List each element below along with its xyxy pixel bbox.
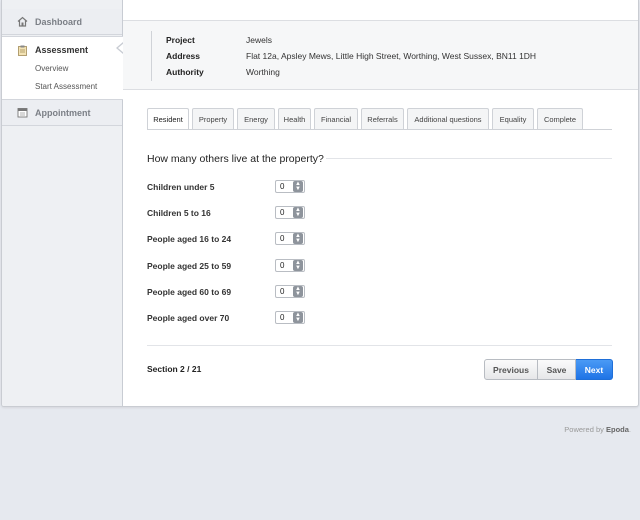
- stepper-people-over-70[interactable]: 0 ▲ ▼: [275, 311, 305, 324]
- clipboard-icon: [17, 45, 28, 56]
- tab-energy[interactable]: Energy: [237, 108, 275, 129]
- stepper-value: 0: [280, 182, 285, 191]
- field-label-people-16-to-24: People aged 16 to 24: [147, 234, 232, 244]
- sidebar-item-label: Appointment: [35, 107, 91, 118]
- project-info-panel: Project Jewels Address Flat 12a, Apsley …: [123, 21, 638, 90]
- tab-resident[interactable]: Resident: [147, 108, 189, 130]
- sidebar: Dashboard Assessment Overview Start Asse…: [2, 0, 123, 406]
- save-button[interactable]: Save: [538, 359, 576, 380]
- form-nav-buttons: Previous Save Next: [484, 359, 613, 380]
- stepper-people-60-to-69[interactable]: 0 ▲ ▼: [275, 285, 305, 298]
- stepper-children-5-to-16[interactable]: 0 ▲ ▼: [275, 206, 305, 219]
- stepper-value: 0: [280, 287, 285, 296]
- tab-financial[interactable]: Financial: [314, 108, 358, 129]
- authority-value: Worthing: [246, 67, 280, 77]
- stepper-people-16-to-24[interactable]: 0 ▲ ▼: [275, 232, 305, 245]
- address-label: Address: [166, 51, 201, 61]
- powered-by-prefix: Powered by: [564, 425, 604, 434]
- sidebar-subitem-start-assessment[interactable]: Start Assessment: [35, 82, 97, 91]
- powered-by-brand[interactable]: Epoda: [606, 425, 629, 434]
- calendar-icon: [17, 107, 28, 118]
- project-label: Project: [166, 35, 195, 45]
- tab-referrals[interactable]: Referrals: [361, 108, 404, 129]
- tab-complete[interactable]: Complete: [537, 108, 583, 129]
- stepper-value: 0: [280, 313, 285, 322]
- up-down-arrows-icon[interactable]: ▲ ▼: [293, 207, 303, 218]
- stepper-value: 0: [280, 261, 285, 270]
- up-down-arrows-icon[interactable]: ▲ ▼: [293, 260, 303, 271]
- field-label-children-5-to-16: Children 5 to 16: [147, 208, 211, 218]
- top-bar: [123, 0, 638, 21]
- address-value: Flat 12a, Apsley Mews, Little High Stree…: [246, 51, 537, 61]
- house-icon: [17, 16, 28, 27]
- stepper-people-25-to-59[interactable]: 0 ▲ ▼: [275, 259, 305, 272]
- question-rule: [326, 158, 612, 159]
- sidebar-subitem-overview[interactable]: Overview: [35, 64, 68, 73]
- field-label-people-60-to-69: People aged 60 to 69: [147, 287, 232, 297]
- sidebar-item-dashboard[interactable]: Dashboard: [2, 9, 122, 35]
- tab-health[interactable]: Health: [278, 108, 311, 129]
- tab-property[interactable]: Property: [192, 108, 234, 129]
- stepper-value: 0: [280, 234, 285, 243]
- stepper-children-under-5[interactable]: 0 ▲ ▼: [275, 180, 305, 193]
- form-footer-rule: [147, 345, 612, 346]
- section-question: How many others live at the property?: [147, 153, 324, 165]
- info-divider: [151, 31, 152, 81]
- up-down-arrows-icon[interactable]: ▲ ▼: [293, 233, 303, 244]
- tabs-divider: [147, 129, 612, 130]
- field-label-children-under-5: Children under 5: [147, 182, 215, 192]
- authority-label: Authority: [166, 67, 204, 77]
- sidebar-item-assessment[interactable]: Assessment: [2, 37, 122, 63]
- sidebar-item-label: Dashboard: [35, 16, 83, 27]
- next-button[interactable]: Next: [576, 359, 613, 380]
- powered-by: Powered by Epoda.: [564, 425, 631, 434]
- previous-button[interactable]: Previous: [484, 359, 538, 380]
- up-down-arrows-icon[interactable]: ▲ ▼: [293, 181, 303, 192]
- sidebar-item-label: Assessment: [35, 45, 89, 55]
- powered-by-suffix: .: [628, 425, 631, 434]
- up-down-arrows-icon[interactable]: ▲ ▼: [293, 312, 303, 323]
- tab-additional-questions[interactable]: Additional questions: [407, 108, 489, 129]
- project-value: Jewels: [246, 35, 272, 45]
- sidebar-item-appointment[interactable]: Appointment: [2, 100, 122, 126]
- assessment-tabs: Resident Property Energy Health Financia…: [147, 108, 586, 130]
- stepper-value: 0: [280, 208, 285, 217]
- tab-equality[interactable]: Equality: [492, 108, 534, 129]
- field-label-people-over-70: People aged over 70: [147, 313, 230, 323]
- field-label-people-25-to-59: People aged 25 to 59: [147, 261, 232, 271]
- up-down-arrows-icon[interactable]: ▲ ▼: [293, 286, 303, 297]
- section-counter: Section 2 / 21: [147, 364, 202, 374]
